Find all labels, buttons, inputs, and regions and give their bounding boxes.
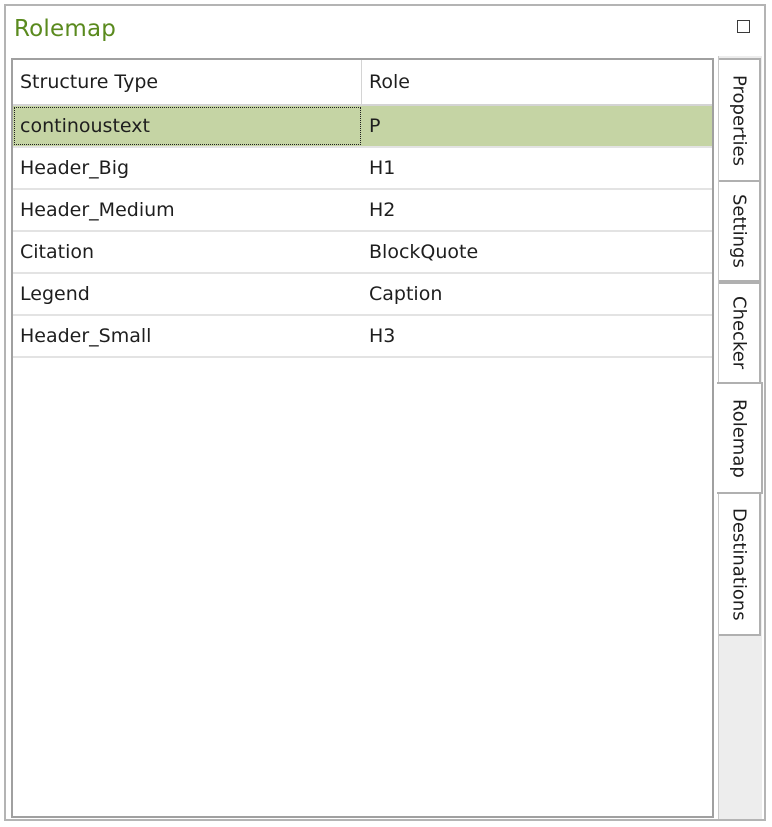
tab-label: Checker (728, 296, 750, 370)
maximize-icon[interactable] (737, 20, 750, 33)
table-row[interactable]: Header_Medium H2 (13, 190, 712, 232)
column-header-role[interactable]: Role (362, 60, 712, 104)
role-cell[interactable]: P (362, 106, 712, 146)
tab-label: Settings (728, 194, 750, 268)
role-cell[interactable]: Caption (362, 274, 712, 314)
table-row[interactable]: Citation BlockQuote (13, 232, 712, 274)
structure-type-cell[interactable]: Header_Small (13, 316, 362, 356)
table-row[interactable]: continoustext P (13, 106, 712, 148)
role-cell[interactable]: H1 (362, 148, 712, 188)
column-header-structure-type[interactable]: Structure Type (13, 60, 362, 104)
structure-type-cell[interactable]: continoustext (13, 106, 362, 146)
rolemap-table: Structure Type Role continoustext P Head… (11, 58, 714, 818)
structure-type-cell[interactable]: Legend (13, 274, 362, 314)
structure-type-cell[interactable]: Header_Big (13, 148, 362, 188)
table-row[interactable]: Header_Big H1 (13, 148, 712, 190)
structure-type-cell[interactable]: Citation (13, 232, 362, 272)
table-row[interactable]: Legend Caption (13, 274, 712, 316)
tab-checker[interactable]: Checker (719, 282, 761, 384)
table-header: Structure Type Role (13, 60, 712, 106)
tab-label: Destinations (728, 507, 750, 621)
role-cell[interactable]: H2 (362, 190, 712, 230)
tab-destinations[interactable]: Destinations (719, 492, 761, 636)
tab-label: Rolemap (728, 398, 750, 478)
tab-label: Properties (728, 74, 750, 166)
role-cell[interactable]: BlockQuote (362, 232, 712, 272)
rolemap-panel: Rolemap Structure Type Role continoustex… (4, 4, 766, 821)
tab-properties[interactable]: Properties (719, 58, 761, 182)
tab-settings[interactable]: Settings (719, 180, 761, 282)
structure-type-cell[interactable]: Header_Medium (13, 190, 362, 230)
side-tab-strip: Properties Settings Checker Rolemap Dest… (717, 56, 763, 819)
table-row[interactable]: Header_Small H3 (13, 316, 712, 358)
tab-rolemap[interactable]: Rolemap (717, 382, 763, 494)
role-cell[interactable]: H3 (362, 316, 712, 356)
panel-title: Rolemap (14, 16, 117, 42)
